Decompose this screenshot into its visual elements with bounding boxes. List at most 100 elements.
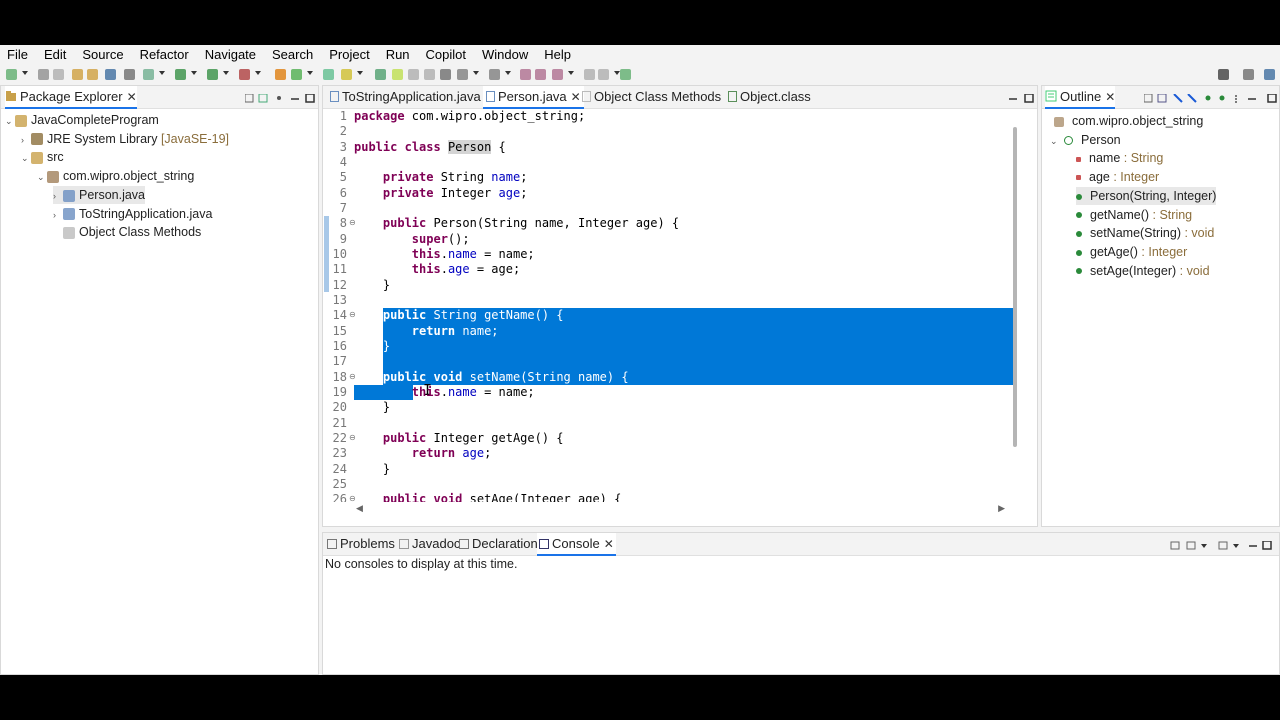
menu-refactor[interactable]: Refactor	[132, 45, 197, 65]
tree-item[interactable]: › Person.java	[53, 185, 146, 205]
outline-item[interactable]: age : Integer	[1076, 168, 1159, 186]
code-line[interactable]: this.age = age;	[354, 262, 520, 277]
tree-item[interactable]: Object Class Methods	[53, 223, 201, 241]
run-icon[interactable]	[175, 69, 186, 80]
horizontal-scroll-track[interactable]: ◀ ▶	[351, 502, 1013, 518]
save-all-icon[interactable]	[53, 69, 64, 80]
skip-breakpoints-icon[interactable]	[124, 69, 135, 80]
bottom-tab[interactable]: Declaration	[457, 533, 540, 555]
chevron-icon[interactable]: ›	[21, 131, 31, 149]
back-icon[interactable]	[535, 69, 546, 80]
next-annotation-icon[interactable]	[457, 69, 468, 80]
outline-item[interactable]: getAge() : Integer	[1076, 243, 1187, 261]
scroll-right-icon[interactable]: ▶	[998, 504, 1005, 514]
code-line[interactable]: public void setName(String name) {	[354, 370, 629, 385]
nav-forward-icon[interactable]	[584, 69, 595, 80]
chevron-icon[interactable]: ⌄	[21, 149, 31, 167]
redo-icon[interactable]	[87, 69, 98, 80]
code-line[interactable]: this.name = name;	[354, 384, 535, 400]
code-line[interactable]: super();	[354, 232, 470, 247]
chevron-icon[interactable]: ⌄	[5, 112, 15, 130]
dropdown-arrow-icon[interactable]	[357, 71, 363, 75]
code-line[interactable]: return name;	[354, 324, 499, 339]
code-line[interactable]: public Person(String name, Integer age) …	[354, 216, 679, 231]
tree-item[interactable]: ⌄ src	[21, 148, 64, 166]
menu-run[interactable]: Run	[378, 45, 418, 65]
code-line[interactable]: return age;	[354, 446, 492, 461]
chevron-icon[interactable]: ⌄	[37, 168, 47, 186]
code-line[interactable]: public String getName() {	[354, 308, 564, 323]
terminal-icon[interactable]	[105, 69, 116, 80]
code-line[interactable]: }	[354, 339, 390, 354]
java-perspective-icon[interactable]	[1264, 69, 1275, 80]
dropdown-arrow-icon[interactable]	[159, 71, 165, 75]
code-editor[interactable]: 1 2 3 4 5 6 7 8 9 10 11 12 13 14 15 16 17 18 19 20 21 22 23 24 2…	[323, 109, 1021, 502]
outline-item[interactable]: Person(String, Integer)	[1076, 186, 1217, 205]
tree-item[interactable]: ⌄ com.wipro.object_string	[37, 167, 194, 185]
code-line[interactable]: private Integer age;	[354, 186, 528, 201]
editor-tab[interactable]: ToStringApplication.java	[327, 86, 484, 108]
code-line[interactable]: public void setAge(Integer age) {	[354, 492, 621, 502]
editor-tab[interactable]: Object.class	[725, 86, 814, 108]
outline-item[interactable]: name : String	[1076, 149, 1163, 167]
quick-search-icon[interactable]	[1218, 69, 1229, 80]
external-tools-icon[interactable]	[239, 69, 250, 80]
chevron-icon[interactable]: ›	[53, 187, 63, 205]
tree-item[interactable]: › JRE System Library [JavaSE-19]	[21, 130, 229, 148]
outline-item[interactable]: getName() : String	[1076, 206, 1192, 224]
dropdown-arrow-icon[interactable]	[191, 71, 197, 75]
code-line[interactable]: package com.wipro.object_string;	[354, 109, 585, 124]
code-line[interactable]: }	[354, 278, 390, 293]
new-icon[interactable]	[6, 69, 17, 80]
code-line[interactable]: public Integer getAge() {	[354, 431, 564, 446]
new-java-project-icon[interactable]	[275, 69, 286, 80]
last-edit-icon[interactable]	[520, 69, 531, 80]
menu-edit[interactable]: Edit	[36, 45, 74, 65]
chevron-icon[interactable]: ›	[53, 206, 63, 224]
dropdown-arrow-icon[interactable]	[223, 71, 229, 75]
scroll-left-icon[interactable]: ◀	[356, 504, 363, 514]
pilcrow-icon[interactable]	[440, 69, 451, 80]
code-line[interactable]: }	[354, 462, 390, 477]
tree-item[interactable]: › ToStringApplication.java	[53, 205, 212, 223]
tab-package-explorer[interactable]: Package Explorer ✕	[5, 86, 137, 109]
menu-navigate[interactable]: Navigate	[197, 45, 264, 65]
menu-source[interactable]: Source	[74, 45, 131, 65]
code-line[interactable]: private String name;	[354, 170, 528, 185]
close-icon[interactable]: ✕	[1105, 86, 1115, 108]
menu-window[interactable]: Window	[474, 45, 536, 65]
forward-icon[interactable]	[552, 69, 563, 80]
menu-project[interactable]: Project	[321, 45, 377, 65]
show-whitespace-icon[interactable]	[424, 69, 435, 80]
outline-item[interactable]: setAge(Integer) : void	[1076, 262, 1210, 280]
dropdown-arrow-icon[interactable]	[505, 71, 511, 75]
bottom-tab[interactable]: Console ✕	[537, 533, 616, 556]
nav-dropdown-icon[interactable]	[598, 69, 609, 80]
dropdown-arrow-icon[interactable]	[473, 71, 479, 75]
save-icon[interactable]	[38, 69, 49, 80]
close-icon[interactable]: ✕	[604, 533, 614, 555]
search-icon[interactable]	[375, 69, 386, 80]
code-line[interactable]: }	[354, 400, 390, 415]
outline-item[interactable]: com.wipro.object_string	[1050, 112, 1203, 130]
menu-search[interactable]: Search	[264, 45, 321, 65]
toggle-mark-icon[interactable]	[392, 69, 403, 80]
vertical-scrollbar[interactable]	[1013, 127, 1017, 447]
chevron-icon[interactable]: ⌄	[1050, 132, 1060, 150]
pin-editor-icon[interactable]	[620, 69, 631, 80]
dropdown-arrow-icon[interactable]	[568, 71, 574, 75]
coverage-icon[interactable]	[207, 69, 218, 80]
code-line[interactable]: this.name = name;	[354, 247, 535, 262]
editor-tab[interactable]: Object Class Methods	[579, 86, 724, 108]
bottom-tab[interactable]: Javadoc	[397, 533, 462, 555]
open-perspective-icon[interactable]	[1243, 69, 1254, 80]
dropdown-arrow-icon[interactable]	[307, 71, 313, 75]
prev-annotation-icon[interactable]	[489, 69, 500, 80]
menu-help[interactable]: Help	[536, 45, 579, 65]
dropdown-arrow-icon[interactable]	[255, 71, 261, 75]
outline-item[interactable]: ⌄ Person	[1050, 131, 1121, 149]
tree-item[interactable]: ⌄ JavaCompleteProgram	[5, 111, 159, 129]
dropdown-arrow-icon[interactable]	[22, 71, 28, 75]
editor-tab[interactable]: Person.java ✕	[483, 86, 584, 109]
menu-file[interactable]: File	[0, 45, 36, 65]
